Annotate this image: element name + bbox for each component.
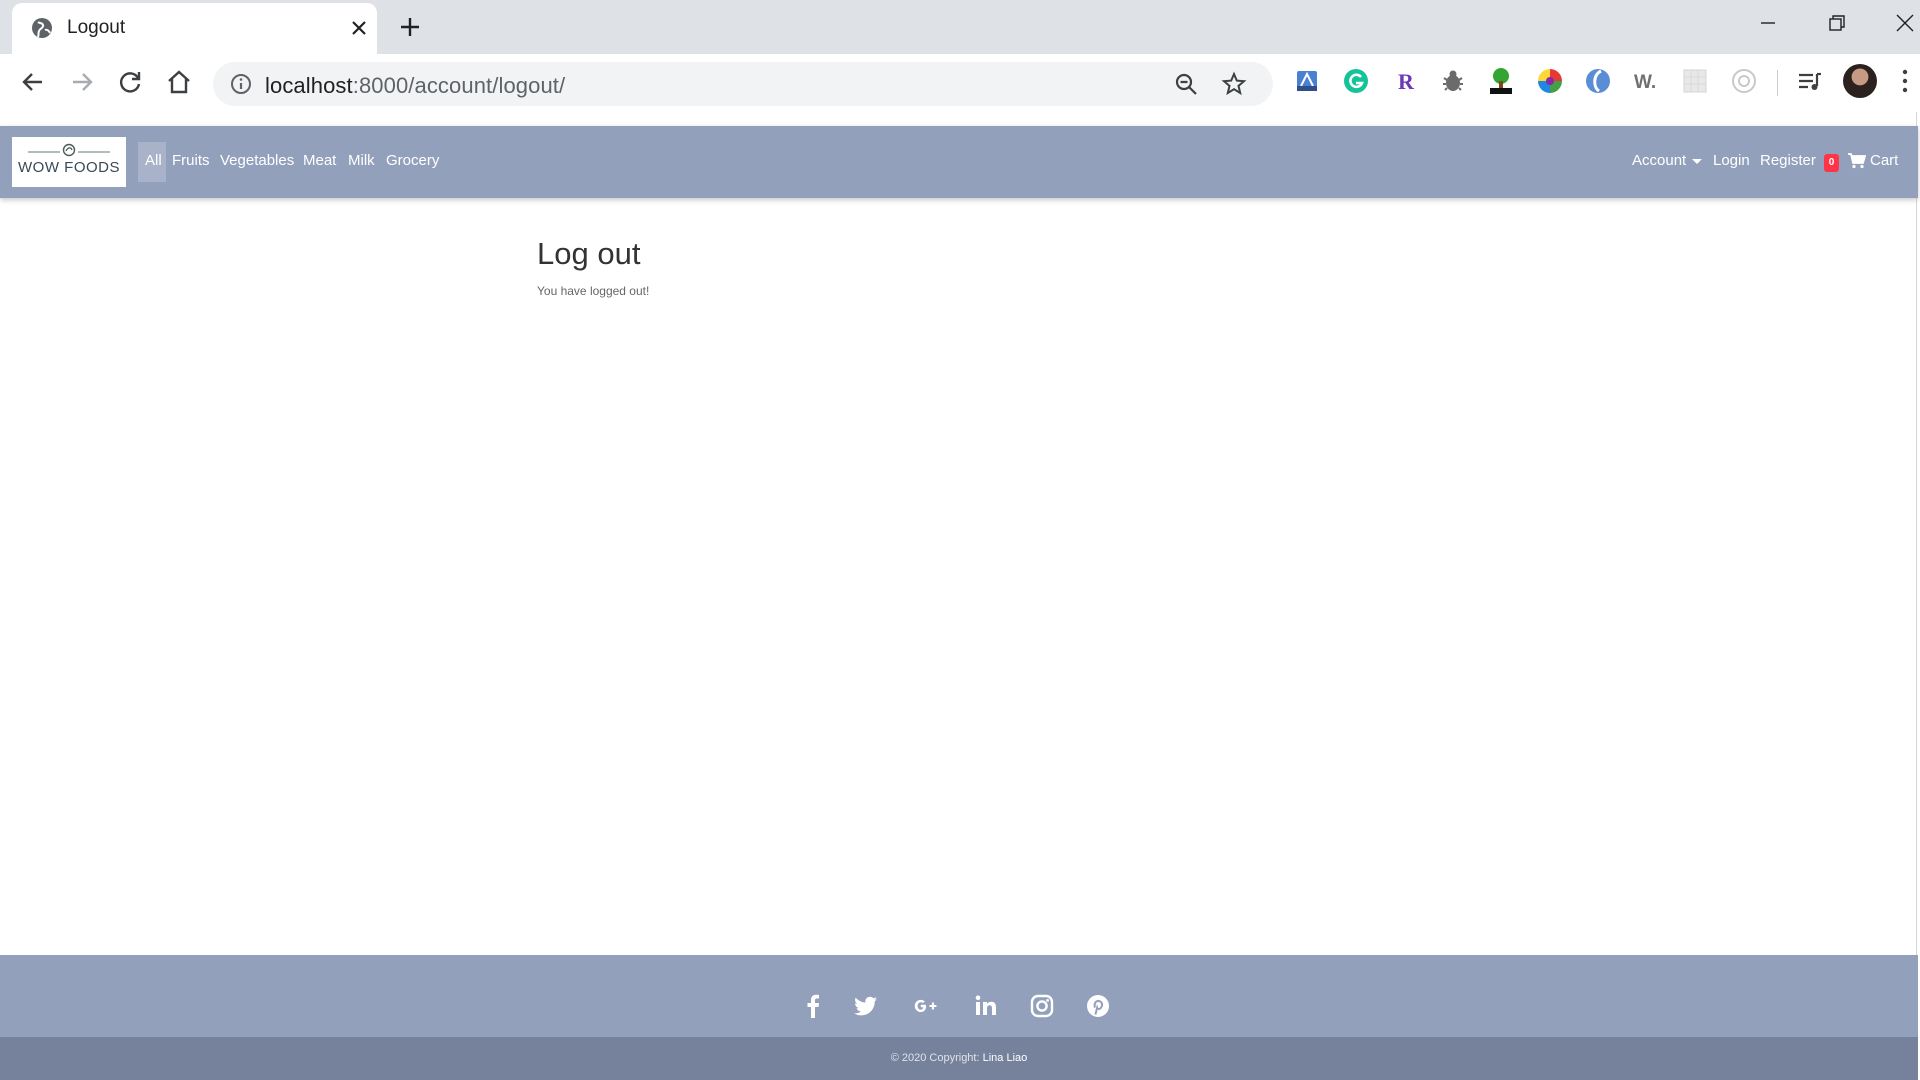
copyright-text: © 2020 Copyright:	[890, 1052, 980, 1064]
twitter-icon[interactable]	[853, 993, 879, 1019]
site-navbar: WOW FOODS All Fruits Vegetables Meat Mil…	[0, 126, 1918, 198]
new-tab-plus-icon[interactable]	[396, 13, 424, 41]
menu-kebab-icon[interactable]	[1898, 67, 1912, 95]
color-wheel-extension-icon[interactable]	[1535, 66, 1565, 96]
copyright-author-link[interactable]: Lina Liao	[983, 1052, 1028, 1064]
login-link[interactable]: Login	[1713, 152, 1750, 169]
profile-avatar[interactable]	[1843, 64, 1877, 98]
logout-message: You have logged out!	[537, 284, 650, 298]
forward-arrow-icon[interactable]	[66, 66, 98, 98]
browser-toolbar: localhost:8000/account/logout/ R W.	[0, 54, 1920, 112]
nav-category-all[interactable]: All	[138, 142, 166, 182]
main-content: Log out You have logged out!	[537, 236, 649, 298]
site-logo[interactable]: WOW FOODS	[12, 137, 126, 187]
svg-text:R: R	[1398, 69, 1415, 94]
tab-logout[interactable]: Logout	[12, 3, 377, 54]
account-dropdown[interactable]: Account	[1632, 152, 1703, 169]
logo-text: WOW FOODS	[18, 159, 120, 176]
cart-count-badge: 0	[1824, 154, 1839, 172]
media-queue-icon[interactable]	[1795, 66, 1825, 96]
globe-icon	[32, 18, 52, 38]
zoom-out-icon[interactable]	[1173, 71, 1199, 97]
cart-link[interactable]: Cart	[1870, 152, 1898, 169]
web-page: WOW FOODS All Fruits Vegetables Meat Mil…	[0, 112, 1920, 1080]
svg-text:W.: W.	[1634, 72, 1656, 93]
restore-icon[interactable]	[1824, 10, 1850, 36]
reload-icon[interactable]	[114, 66, 146, 98]
site-footer: © 2020 Copyright: Lina Liao	[0, 955, 1918, 1080]
nav-category-milk[interactable]: Milk	[348, 152, 375, 169]
facebook-icon[interactable]	[800, 993, 826, 1019]
nav-category-all-label: All	[145, 152, 162, 169]
caret-down-icon	[1692, 158, 1703, 164]
browser-window: Logout localhost:8000/account/logout/ R …	[0, 0, 1920, 1080]
logo-leaf-icon	[28, 143, 110, 157]
grammarly-extension-icon[interactable]	[1341, 66, 1371, 96]
close-window-icon[interactable]	[1892, 10, 1918, 36]
page-title: Log out	[537, 236, 641, 271]
scrollbar-edge	[1916, 112, 1917, 1080]
toolbar-separator	[1777, 70, 1778, 96]
minimize-icon[interactable]	[1755, 10, 1781, 36]
circle-extension-icon[interactable]	[1729, 66, 1759, 96]
grid-extension-icon[interactable]	[1680, 66, 1710, 96]
home-icon[interactable]	[163, 66, 195, 98]
bookmark-star-icon[interactable]	[1221, 71, 1247, 97]
url-path: :8000/account/logout/	[352, 73, 566, 98]
nav-category-vegetables[interactable]: Vegetables	[220, 152, 294, 169]
shopping-cart-icon[interactable]	[1848, 153, 1866, 169]
blue-swirl-extension-icon[interactable]	[1583, 66, 1613, 96]
tab-title: Logout	[67, 17, 126, 38]
register-link[interactable]: Register	[1760, 152, 1816, 169]
nav-category-meat[interactable]: Meat	[303, 152, 336, 169]
tab-strip: Logout	[0, 0, 1920, 54]
back-arrow-icon[interactable]	[17, 66, 49, 98]
google-plus-icon[interactable]	[913, 993, 939, 1019]
close-tab-icon[interactable]	[347, 16, 371, 40]
nav-category-fruits[interactable]: Fruits	[172, 152, 210, 169]
pinterest-icon[interactable]	[1085, 993, 1111, 1019]
account-label: Account	[1632, 152, 1687, 169]
linkedin-icon[interactable]	[973, 993, 999, 1019]
w-extension-icon[interactable]: W.	[1632, 66, 1662, 96]
address-bar[interactable]: localhost:8000/account/logout/	[213, 62, 1273, 106]
bug-extension-icon[interactable]	[1438, 66, 1468, 96]
copyright-bar: © 2020 Copyright: Lina Liao	[0, 1037, 1918, 1080]
html-tree-extension-icon[interactable]	[1486, 66, 1516, 96]
tape-extension-icon[interactable]	[1292, 66, 1322, 96]
info-icon[interactable]	[229, 72, 253, 96]
instagram-icon[interactable]	[1029, 993, 1055, 1019]
nav-category-grocery[interactable]: Grocery	[386, 152, 439, 169]
r-extension-icon[interactable]: R	[1390, 66, 1420, 96]
url-text[interactable]: localhost:8000/account/logout/	[265, 73, 565, 99]
url-host: localhost	[265, 73, 353, 98]
